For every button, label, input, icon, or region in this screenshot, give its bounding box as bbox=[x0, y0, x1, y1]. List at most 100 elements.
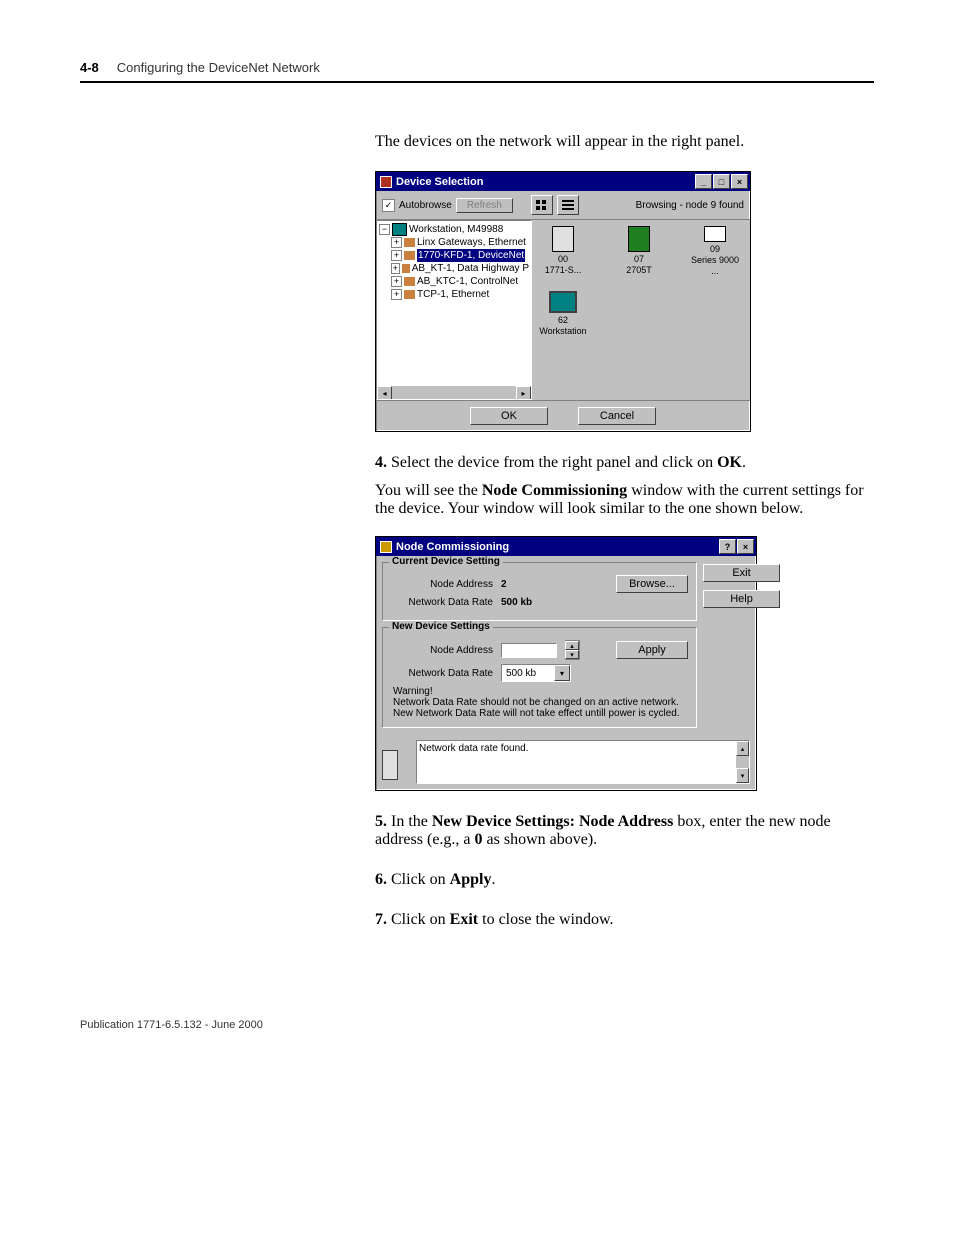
collapse-icon[interactable]: − bbox=[379, 224, 390, 235]
app-icon bbox=[380, 541, 392, 553]
device-label: 1771-S... bbox=[545, 265, 582, 276]
device-item[interactable]: 09 Series 9000 ... bbox=[688, 226, 742, 277]
tree-item[interactable]: AB_KTC-1, ControlNet bbox=[417, 275, 518, 288]
log-icon bbox=[382, 740, 412, 780]
autobrowse-checkbox[interactable]: ✓ bbox=[382, 199, 395, 212]
window-title: Node Commissioning bbox=[396, 541, 509, 553]
device-id: 07 bbox=[634, 254, 644, 265]
device-item[interactable]: 00 1771-S... bbox=[536, 226, 590, 277]
device-label: Workstation bbox=[539, 326, 586, 337]
expand-icon[interactable]: + bbox=[391, 263, 400, 274]
step-4-follow: You will see the Node Commissioning wind… bbox=[375, 482, 874, 518]
new-device-group: New Device Settings Node Address 0▴▾ App… bbox=[382, 627, 697, 728]
data-rate-selected: 500 kb bbox=[502, 667, 554, 680]
step-text: . bbox=[742, 454, 746, 471]
expand-icon[interactable]: + bbox=[391, 289, 402, 300]
maximize-button[interactable]: □ bbox=[713, 174, 730, 189]
expand-icon[interactable]: + bbox=[391, 237, 402, 248]
node-address-input[interactable]: 0 bbox=[501, 643, 557, 658]
ok-button[interactable]: OK bbox=[470, 407, 548, 425]
device-item[interactable]: 07 2705T bbox=[612, 226, 666, 277]
scroll-down-icon[interactable]: ▾ bbox=[736, 768, 749, 783]
step-6: 6. Click on Apply. bbox=[375, 871, 874, 889]
spin-down-icon[interactable]: ▾ bbox=[565, 650, 579, 659]
header-rule bbox=[80, 81, 874, 83]
tree-item[interactable]: AB_KT-1, Data Highway P bbox=[412, 262, 529, 275]
expand-icon[interactable]: + bbox=[391, 250, 402, 261]
device-selection-window: Device Selection _ □ × ✓ Autobrowse Refr… bbox=[375, 171, 751, 432]
view-list-button[interactable] bbox=[557, 195, 579, 215]
tree-item[interactable]: TCP-1, Ethernet bbox=[417, 288, 489, 301]
node-address-label: Node Address bbox=[393, 579, 493, 590]
device-id: 09 bbox=[710, 244, 720, 255]
log-textbox[interactable]: Network data rate found. ▴ ▾ bbox=[416, 740, 750, 784]
tree-root[interactable]: Workstation, M49988 bbox=[409, 223, 503, 236]
device-id: 62 bbox=[558, 315, 568, 326]
data-rate-label: Network Data Rate bbox=[393, 668, 493, 679]
step-text: as shown above). bbox=[483, 831, 598, 848]
step-7: 7. Click on Exit to close the window. bbox=[375, 911, 874, 929]
titlebar: Node Commissioning ? × bbox=[376, 537, 756, 556]
step-number: 4. bbox=[375, 454, 387, 471]
network-icon bbox=[404, 290, 415, 299]
follow-text: You will see the bbox=[375, 482, 482, 499]
device-id: 00 bbox=[558, 254, 568, 265]
warning-line: New Network Data Rate will not take effe… bbox=[393, 708, 680, 719]
data-rate-value: 500 kb bbox=[501, 597, 532, 608]
warning-title: Warning! bbox=[393, 686, 433, 697]
tree-pane[interactable]: − Workstation, M49988 + Linx Gateways, Eth… bbox=[376, 220, 532, 400]
network-icon bbox=[402, 264, 410, 273]
close-button[interactable]: × bbox=[731, 174, 748, 189]
publication-footer: Publication 1771-6.5.132 - June 2000 bbox=[80, 1019, 874, 1031]
workstation-icon bbox=[392, 223, 407, 236]
browse-button[interactable]: Browse... bbox=[616, 575, 688, 593]
step-text: to close the window. bbox=[478, 911, 613, 928]
tree-item[interactable]: Linx Gateways, Ethernet bbox=[417, 236, 526, 249]
close-button[interactable]: × bbox=[737, 539, 754, 554]
device-item[interactable]: 62 Workstation bbox=[536, 291, 590, 337]
help-button[interactable]: ? bbox=[719, 539, 736, 554]
expand-icon[interactable]: + bbox=[391, 276, 402, 287]
vertical-scrollbar[interactable]: ▴ ▾ bbox=[736, 741, 749, 783]
view-icons-button[interactable] bbox=[531, 195, 553, 215]
module-icon bbox=[628, 226, 650, 252]
list-view-icon bbox=[562, 200, 574, 210]
step-bold: Apply bbox=[450, 871, 492, 888]
group-legend: Current Device Setting bbox=[389, 556, 503, 567]
refresh-button[interactable]: Refresh bbox=[456, 198, 513, 213]
step-number: 7. bbox=[375, 911, 387, 928]
apply-button[interactable]: Apply bbox=[616, 641, 688, 659]
step-text: Click on bbox=[391, 871, 450, 888]
step-number: 6. bbox=[375, 871, 387, 888]
scroll-left-icon[interactable]: ◂ bbox=[377, 386, 392, 400]
data-rate-select[interactable]: 500 kb ▾ bbox=[501, 664, 571, 682]
step-number: 5. bbox=[375, 813, 387, 830]
step-text: . bbox=[491, 871, 495, 888]
intro-text: The devices on the network will appear i… bbox=[375, 133, 874, 151]
workstation-icon bbox=[549, 291, 577, 313]
step-bold: OK bbox=[717, 454, 742, 471]
node-address-spinner[interactable]: ▴▾ bbox=[565, 640, 580, 660]
spin-up-icon[interactable]: ▴ bbox=[565, 641, 579, 650]
page-number: 4-8 bbox=[80, 60, 99, 75]
step-5: 5. In the New Device Settings: Node Addr… bbox=[375, 813, 874, 849]
current-device-group: Current Device Setting Node Address 2 Br… bbox=[382, 562, 697, 621]
scroll-right-icon[interactable]: ▸ bbox=[516, 386, 531, 400]
step-text: In the bbox=[391, 813, 432, 830]
data-rate-label: Network Data Rate bbox=[393, 597, 493, 608]
help-button[interactable]: Help bbox=[703, 590, 780, 608]
scroll-up-icon[interactable]: ▴ bbox=[736, 741, 749, 756]
cancel-button[interactable]: Cancel bbox=[578, 407, 656, 425]
network-icon bbox=[404, 251, 415, 260]
step-4: 4. Select the device from the right pane… bbox=[375, 454, 874, 472]
node-address-value: 2 bbox=[501, 579, 507, 590]
dropdown-arrow-icon[interactable]: ▾ bbox=[554, 665, 570, 681]
minimize-button[interactable]: _ bbox=[695, 174, 712, 189]
module-icon bbox=[552, 226, 574, 252]
exit-button[interactable]: Exit bbox=[703, 564, 780, 582]
step-text: Click on bbox=[391, 911, 450, 928]
horizontal-scrollbar[interactable]: ◂ ▸ bbox=[377, 386, 531, 399]
device-pane: 00 1771-S... 07 2705T 09 Series 9000 ... bbox=[532, 220, 750, 400]
tree-item-selected[interactable]: 1770-KFD-1, DeviceNet bbox=[417, 249, 525, 262]
warning-text: Warning! Network Data Rate should not be… bbox=[393, 686, 688, 719]
